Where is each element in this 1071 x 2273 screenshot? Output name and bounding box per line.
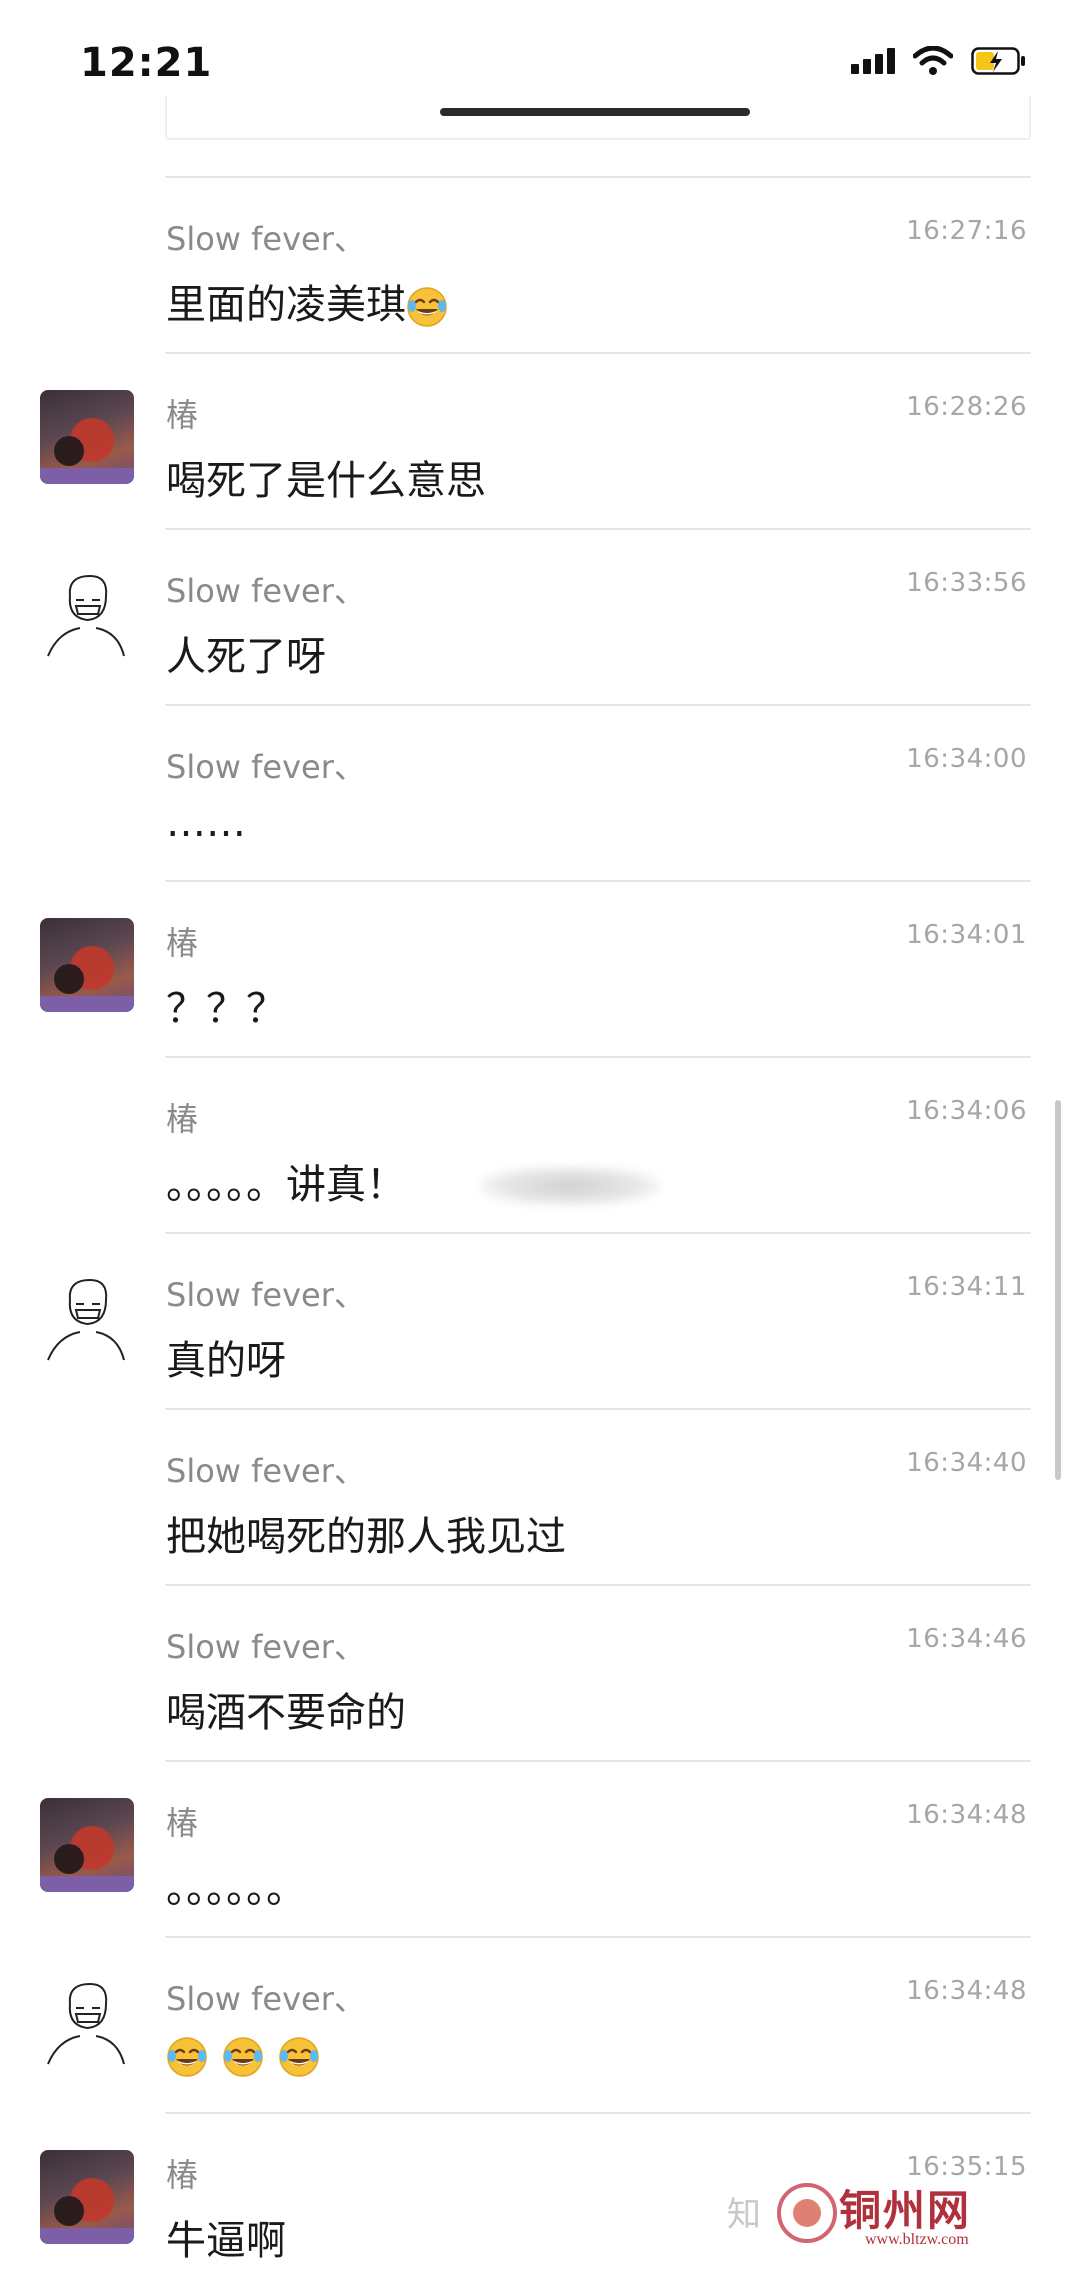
message-divider (165, 176, 1031, 178)
message-text-content: …… (166, 800, 246, 846)
message-time: 16:27:16 (906, 216, 1027, 246)
message-text (166, 2032, 334, 2078)
message-row[interactable]: 椿 16:28:26 喝死了是什么意思 (0, 352, 1071, 528)
message-time: 16:34:48 (906, 1976, 1027, 2006)
previous-message-card (165, 96, 1031, 140)
message-text-content: 人死了呀 (166, 634, 326, 680)
message-text-content: 真的呀 (166, 1338, 286, 1384)
message-text: …… (166, 800, 246, 846)
message-row[interactable]: 椿 16:34:48 。。。。。。 (0, 1760, 1071, 1936)
message-time: 16:34:01 (906, 920, 1027, 950)
avatar-sketch[interactable] (40, 1270, 134, 1364)
sender-name: 椿 (166, 924, 199, 962)
message-time: 16:28:26 (906, 392, 1027, 422)
watermark-zhihu: 知 (727, 2195, 761, 2235)
avatar-photo[interactable] (40, 918, 134, 1012)
watermark-url: www.bltzw.com (865, 2231, 969, 2248)
message-divider (165, 1232, 1031, 1234)
message-row[interactable]: Slow fever、 16:27:16 里面的凌美琪 (0, 176, 1071, 352)
message-row[interactable]: Slow fever、 16:34:48 (0, 1936, 1071, 2112)
watermark-logo-icon (777, 2183, 837, 2243)
tears-of-joy-emoji (279, 2037, 319, 2077)
watermark: 知 铜州网 www.bltzw.com (727, 2173, 1057, 2259)
message-time: 16:34:06 (906, 1096, 1027, 1126)
message-text: 里面的凌美琪 (166, 272, 462, 330)
wifi-icon (913, 46, 953, 76)
message-text-content: 喝死了是什么意思 (166, 458, 486, 504)
drag-handle[interactable] (440, 108, 750, 116)
message-text: 把她喝死的那人我见过 (166, 1504, 566, 1562)
sender-name: 椿 (166, 1100, 199, 1138)
avatar-sketch[interactable] (40, 1974, 134, 2068)
message-time: 16:34:40 (906, 1448, 1027, 1478)
message-text: ？？？ (166, 976, 286, 1034)
message-text: 喝死了是什么意思 (166, 448, 486, 506)
tears-of-joy-emoji (167, 2037, 207, 2077)
redacted-blur (480, 1166, 660, 1206)
message-text: 。。。。。讲真！ (166, 1152, 406, 1210)
message-row[interactable]: Slow fever、 16:34:00 …… (0, 704, 1071, 880)
sender-name: Slow fever、 (166, 1628, 366, 1666)
message-text-content: 。。。。。讲真！ (166, 1162, 406, 1208)
message-row[interactable]: Slow fever、 16:34:40 把她喝死的那人我见过 (0, 1408, 1071, 1584)
message-time: 16:33:56 (906, 568, 1027, 598)
sender-name: 椿 (166, 1804, 199, 1842)
message-row[interactable]: Slow fever、 16:34:46 喝酒不要命的 (0, 1584, 1071, 1760)
scrollbar[interactable] (1055, 1100, 1061, 1480)
message-time: 16:34:46 (906, 1624, 1027, 1654)
message-divider (165, 1936, 1031, 1938)
message-text-content: 把她喝死的那人我见过 (166, 1514, 566, 1560)
message-row[interactable]: Slow fever、 16:33:56 人死了呀 (0, 528, 1071, 704)
message-row[interactable]: Slow fever、 16:34:11 真的呀 (0, 1232, 1071, 1408)
avatar-photo[interactable] (40, 2150, 134, 2244)
avatar-sketch[interactable] (40, 566, 134, 660)
battery-charging-icon (971, 47, 1027, 75)
tears-of-joy-emoji (407, 287, 447, 327)
chat-history-screen: 12:21 Slow fever、 16:27:16 里面的凌美琪 椿 16:2… (0, 0, 1071, 2273)
avatar-photo[interactable] (40, 1798, 134, 1892)
message-text: 牛逼啊 (166, 2208, 286, 2266)
sender-name: 椿 (166, 396, 199, 434)
message-divider (165, 1056, 1031, 1058)
message-text-content: ？？？ (166, 986, 286, 1032)
message-divider (165, 704, 1031, 706)
message-text-content: 。。。。。。 (166, 1866, 306, 1912)
message-text-content: 里面的凌美琪 (166, 282, 406, 328)
message-divider (165, 880, 1031, 882)
message-time: 16:34:11 (906, 1272, 1027, 1302)
message-row[interactable]: 椿 16:34:06 。。。。。讲真！ (0, 1056, 1071, 1232)
message-divider (165, 1584, 1031, 1586)
message-time: 16:34:48 (906, 1800, 1027, 1830)
signal-icon (851, 48, 895, 74)
message-text-content: 牛逼啊 (166, 2218, 286, 2264)
sender-name: Slow fever、 (166, 220, 366, 258)
message-text: 真的呀 (166, 1328, 286, 1386)
message-time: 16:34:00 (906, 744, 1027, 774)
status-icons (851, 46, 1027, 76)
message-divider (165, 352, 1031, 354)
sender-name: Slow fever、 (166, 1980, 366, 2018)
avatar-photo[interactable] (40, 390, 134, 484)
tears-of-joy-emoji (223, 2037, 263, 2077)
sender-name: Slow fever、 (166, 1276, 366, 1314)
sender-name: 椿 (166, 2156, 199, 2194)
message-divider (165, 528, 1031, 530)
message-divider (165, 2112, 1031, 2114)
message-text: 人死了呀 (166, 624, 326, 682)
message-text: 。。。。。。 (166, 1856, 306, 1914)
sender-name: Slow fever、 (166, 572, 366, 610)
message-divider (165, 1408, 1031, 1410)
watermark-brand: 铜州网 (839, 2186, 972, 2235)
message-text: 喝酒不要命的 (166, 1680, 406, 1738)
message-divider (165, 1760, 1031, 1762)
message-text-content: 喝酒不要命的 (166, 1690, 406, 1736)
sender-name: Slow fever、 (166, 748, 366, 786)
status-time: 12:21 (80, 40, 213, 86)
sender-name: Slow fever、 (166, 1452, 366, 1490)
message-row[interactable]: 椿 16:34:01 ？？？ (0, 880, 1071, 1056)
